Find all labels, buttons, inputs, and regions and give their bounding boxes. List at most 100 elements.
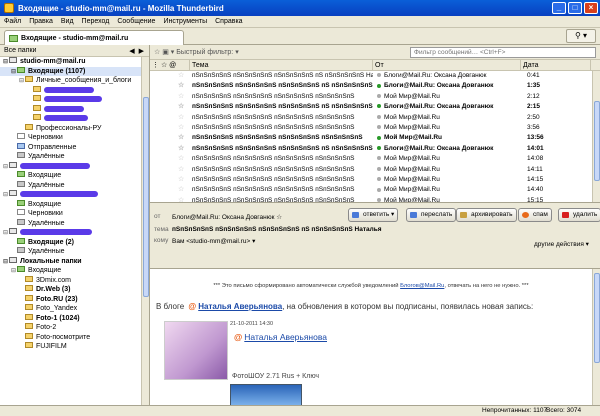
folder-item[interactable]: ⊟ [0, 161, 149, 172]
folder-item[interactable]: Foto_Yandex [0, 304, 149, 314]
menu-go[interactable]: Переход [78, 18, 114, 25]
close-button[interactable]: × [584, 2, 598, 14]
read-status-icon[interactable] [377, 146, 381, 151]
folder-item[interactable]: Foto.RU (23) [0, 294, 149, 305]
folder-item[interactable]: Удалённые [0, 180, 149, 191]
menu-tools[interactable]: Инструменты [159, 18, 211, 25]
message-row[interactable]: ☆ пЅпЅпЅпЅпЅ пЅпЅпЅпЅпЅ пЅпЅпЅпЅпЅ пЅпЅпЅ… [150, 92, 600, 102]
read-status-icon[interactable] [377, 166, 381, 171]
folder-item[interactable] [0, 95, 149, 105]
folder-item[interactable]: Входящие [0, 199, 149, 210]
star-icon[interactable]: ☆ [178, 144, 184, 154]
folder-item[interactable]: Входящие (2) [0, 237, 149, 248]
archive-button[interactable]: архивировать [456, 208, 517, 222]
folder-item[interactable]: Входящие [0, 171, 149, 181]
folder-item[interactable]: Отправленные [0, 142, 149, 153]
forward-button[interactable]: переслать [406, 208, 457, 222]
delete-button[interactable]: удалить [558, 208, 600, 222]
message-row[interactable]: ☆ пЅпЅпЅпЅпЅ пЅпЅпЅпЅпЅ пЅпЅпЅпЅпЅ пЅпЅпЅ… [150, 185, 600, 195]
scrollbar-thumb[interactable] [594, 273, 600, 363]
other-actions-menu[interactable]: другие действия ▾ [534, 240, 589, 248]
read-status-icon[interactable] [377, 94, 381, 99]
tab-inbox[interactable]: Входящие - studio-mm@mail.ru [4, 30, 184, 45]
read-status-icon[interactable] [377, 125, 381, 130]
read-status-icon[interactable] [377, 135, 381, 140]
folder-view-label[interactable]: Все папки [4, 47, 36, 54]
post-image[interactable] [230, 384, 302, 405]
star-icon[interactable]: ☆ [178, 175, 184, 185]
notice-link[interactable]: Блогов@Mail.Ru [400, 283, 444, 289]
menu-message[interactable]: Сообщение [113, 18, 159, 25]
star-icon[interactable]: ☆ [178, 102, 184, 112]
folder-item[interactable]: ⊟ [0, 228, 149, 238]
read-status-icon[interactable] [377, 104, 381, 109]
scrollbar-thumb[interactable] [143, 97, 149, 297]
message-row[interactable]: ☆ пЅпЅпЅпЅпЅ пЅпЅпЅпЅпЅ пЅпЅпЅпЅпЅ пЅпЅпЅ… [150, 154, 600, 164]
message-row[interactable]: ☆ пЅпЅпЅпЅпЅ пЅпЅпЅпЅпЅ пЅпЅпЅпЅпЅ пЅ пЅп… [150, 71, 600, 81]
folder-item[interactable]: Foto-1 (1024) [0, 313, 149, 324]
message-row[interactable]: ☆ пЅпЅпЅпЅпЅ пЅпЅпЅпЅпЅ пЅпЅпЅпЅпЅ пЅпЅпЅ… [150, 196, 600, 202]
read-status-icon[interactable] [377, 73, 381, 78]
message-row[interactable]: ☆ пЅпЅпЅпЅпЅ пЅпЅпЅпЅпЅ пЅпЅпЅпЅпЅ пЅпЅпЅ… [150, 133, 600, 143]
message-row[interactable]: ☆ пЅпЅпЅпЅпЅ пЅпЅпЅпЅпЅ пЅпЅпЅпЅпЅ пЅпЅпЅ… [150, 123, 600, 133]
read-status-icon[interactable] [377, 83, 381, 88]
minimize-button[interactable]: _ [552, 2, 566, 14]
menu-help[interactable]: Справка [211, 18, 246, 25]
column-subject[interactable]: Тема [190, 60, 373, 71]
read-status-icon[interactable] [377, 197, 381, 202]
folder-item[interactable]: Удалённые [0, 218, 149, 229]
folder-view-arrows[interactable]: ◀ ▶ [129, 47, 145, 55]
menu-view[interactable]: Вид [57, 18, 78, 25]
folder-item[interactable]: ⊟ Локальные папки [0, 256, 149, 267]
tab-menu-button[interactable]: ⚲ ▾ [566, 29, 596, 43]
menu-edit[interactable]: Правка [25, 18, 57, 25]
folder-item[interactable]: ⊟ [0, 190, 149, 200]
from-value[interactable]: Блоги@Mail.Ru: Оксана Довганюк ☆ [172, 213, 282, 221]
message-filter-input[interactable] [410, 47, 596, 58]
message-body-scrollbar[interactable] [592, 269, 600, 405]
star-icon[interactable]: ☆ [178, 113, 184, 123]
column-flags[interactable]: ⋮ ☆ @ [150, 60, 190, 71]
star-icon[interactable]: ☆ [178, 92, 184, 102]
message-row[interactable]: ☆ пЅпЅпЅпЅпЅ пЅпЅпЅпЅпЅ пЅпЅпЅпЅпЅ пЅпЅпЅ… [150, 175, 600, 185]
folder-item[interactable] [0, 85, 149, 96]
reply-button[interactable]: ответить ▾ [348, 208, 399, 222]
folder-item[interactable]: ⊟ Личные_сообщения_и_блоги [0, 76, 149, 86]
folder-item[interactable]: Удалённые [0, 247, 149, 257]
message-row[interactable]: ☆ пЅпЅпЅпЅпЅ пЅпЅпЅпЅпЅ пЅпЅпЅпЅпЅ пЅ пЅп… [150, 144, 600, 154]
read-status-icon[interactable] [377, 177, 381, 182]
column-date[interactable]: Дата [521, 60, 591, 71]
star-icon[interactable]: ☆ [178, 123, 184, 133]
spam-button[interactable]: спам [518, 208, 552, 222]
message-row[interactable]: ☆ пЅпЅпЅпЅпЅ пЅпЅпЅпЅпЅ пЅпЅпЅпЅпЅ пЅпЅпЅ… [150, 113, 600, 123]
star-icon[interactable]: ☆ [178, 81, 184, 91]
folder-item[interactable]: Профессионалы-РУ [0, 123, 149, 134]
folder-item[interactable]: Dr.Web (3) [0, 285, 149, 295]
star-icon[interactable]: ☆ [178, 133, 184, 143]
folder-item[interactable] [0, 104, 149, 115]
star-icon[interactable]: ☆ [178, 185, 184, 195]
folder-item[interactable]: Foto-2 [0, 323, 149, 333]
quick-filter-label[interactable]: ☆ ▣ ▾ Быстрый фильтр: ▾ [154, 48, 239, 56]
read-status-icon[interactable] [377, 114, 381, 119]
author-link[interactable]: Наталья Аверьянова [198, 302, 282, 311]
menu-file[interactable]: Файл [0, 18, 25, 25]
folder-pane-scrollbar[interactable] [141, 57, 149, 405]
folder-item[interactable]: 3Dmix.com [0, 275, 149, 286]
message-row[interactable]: ☆ пЅпЅпЅпЅпЅ пЅпЅпЅпЅпЅ пЅпЅпЅпЅпЅ пЅ пЅп… [150, 102, 600, 112]
star-icon[interactable]: ☆ [178, 165, 184, 175]
message-row[interactable]: ☆ пЅпЅпЅпЅпЅ пЅпЅпЅпЅпЅ пЅпЅпЅпЅпЅ пЅпЅпЅ… [150, 165, 600, 175]
folder-item[interactable]: Foto-посмотрите [0, 332, 149, 343]
column-from[interactable]: От [373, 60, 521, 71]
folder-item[interactable]: ⊟ Входящие (1107) [0, 66, 149, 76]
message-list-scrollbar[interactable] [592, 71, 600, 202]
folder-item[interactable]: Удалённые [0, 152, 149, 162]
message-row[interactable]: ☆ пЅпЅпЅпЅпЅ пЅпЅпЅпЅпЅ пЅпЅпЅпЅпЅ пЅ пЅп… [150, 81, 600, 91]
folder-item[interactable]: ⊟ studio-mm@mail.ru [0, 57, 149, 67]
folder-item[interactable] [0, 114, 149, 124]
star-icon[interactable]: ☆ [178, 154, 184, 164]
folder-item[interactable]: FUJIFILM [0, 342, 149, 352]
author-photo[interactable] [164, 321, 228, 380]
read-status-icon[interactable] [377, 187, 381, 192]
star-icon[interactable]: ☆ [178, 196, 184, 202]
